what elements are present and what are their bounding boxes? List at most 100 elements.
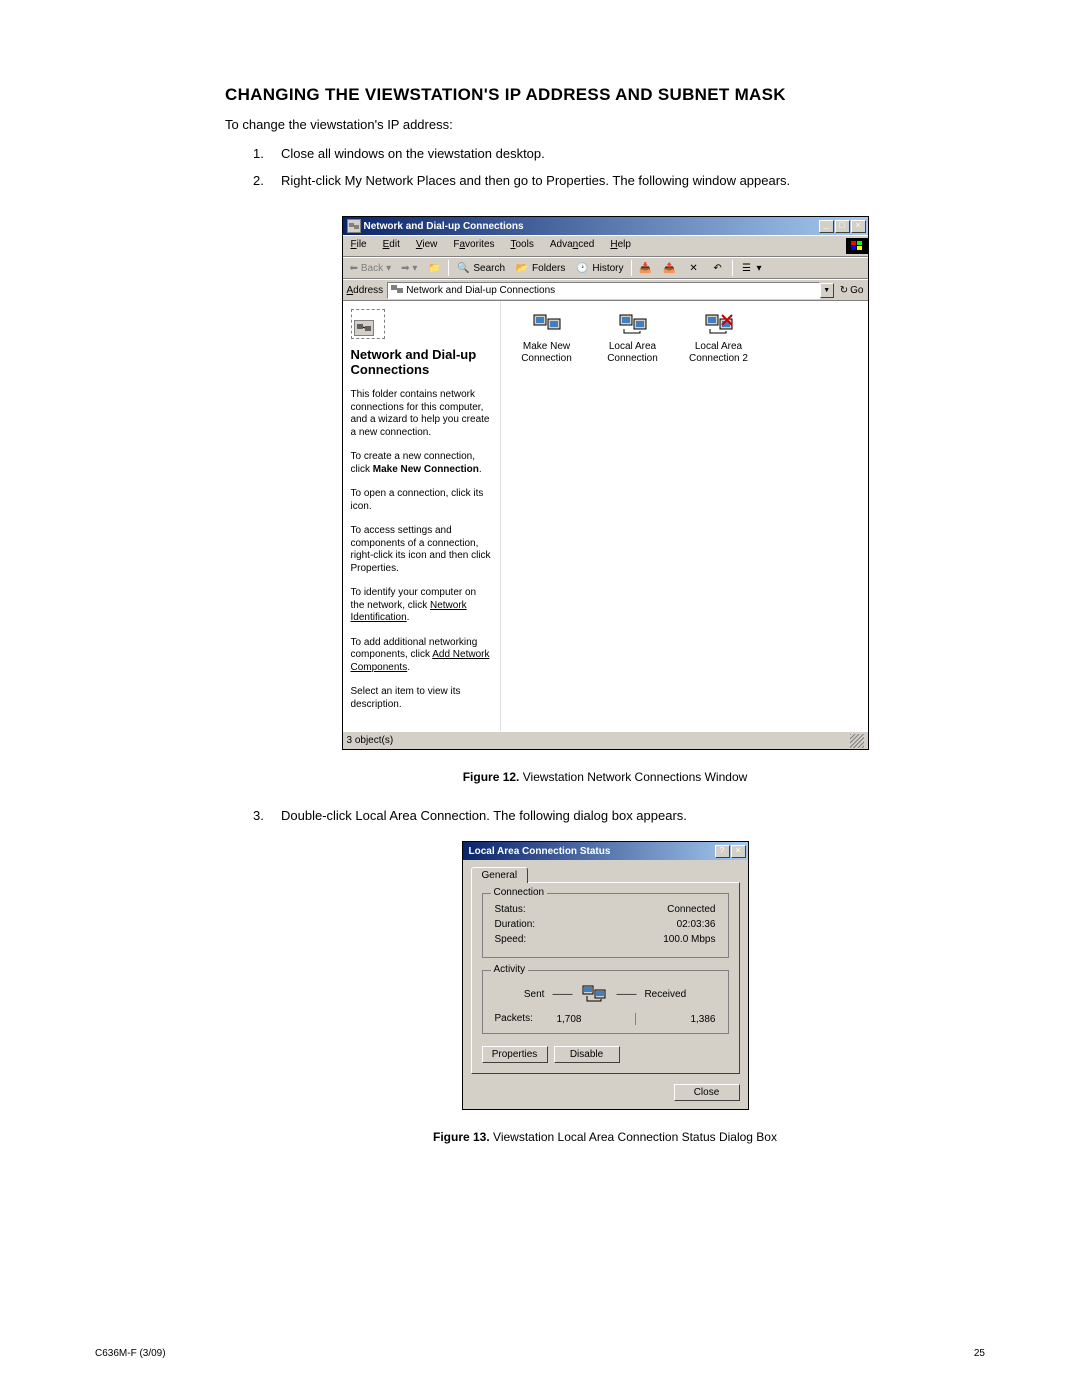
panel-text-5: To identify your computer on the network…: [351, 587, 492, 625]
address-bar-row: Address Network and Dial-up Connections …: [343, 279, 868, 301]
connection-fieldset: Connection Status:Connected Duration:02:…: [482, 893, 729, 958]
footer-doc-id: C636M-F (3/09): [95, 1348, 166, 1359]
footer-page-number: 25: [974, 1348, 985, 1359]
menu-view[interactable]: View: [408, 238, 446, 254]
dialog-titlebar[interactable]: Local Area Connection Status ? ×: [463, 842, 748, 860]
history-button[interactable]: 🕑History: [572, 260, 626, 276]
connection-wizard-icon: [532, 311, 562, 337]
address-label: Address: [347, 285, 384, 296]
page-title: CHANGING THE VIEWSTATION'S IP ADDRESS AN…: [225, 85, 985, 105]
search-icon: 🔍: [456, 261, 470, 275]
menu-file[interactable]: File: [343, 238, 375, 254]
menu-favorites[interactable]: Favorites: [445, 238, 502, 254]
duration-label: Duration:: [495, 919, 536, 930]
address-bar-icon: [391, 283, 403, 298]
step-number: 3.: [253, 808, 281, 823]
step-number: 2.: [253, 173, 281, 188]
help-button[interactable]: ?: [715, 845, 730, 858]
menu-advanced[interactable]: Advanced: [542, 238, 602, 254]
panel-text-3: To open a connection, click its icon.: [351, 488, 492, 513]
packets-received-value: 1,386: [690, 1014, 715, 1025]
speed-label: Speed:: [495, 934, 527, 945]
views-button[interactable]: ☰▾: [737, 260, 765, 276]
activity-icon: [580, 983, 608, 1005]
maximize-button[interactable]: □: [835, 220, 850, 233]
page-footer: C636M-F (3/09) 25: [95, 1348, 985, 1359]
panel-text-4: To access settings and components of a c…: [351, 525, 492, 575]
status-bar: 3 object(s): [343, 731, 868, 749]
close-button[interactable]: ×: [851, 220, 866, 233]
copy-icon: 📤: [663, 261, 677, 275]
panel-heading: Network and Dial-up Connections: [351, 347, 492, 377]
status-label: Status:: [495, 904, 526, 915]
copy-to-button[interactable]: 📤: [660, 260, 680, 276]
step-number: 1.: [253, 146, 281, 161]
folders-icon: 📂: [515, 261, 529, 275]
local-area-connection-2-item[interactable]: Local Area Connection 2: [683, 311, 755, 365]
panel-text-7: Select an item to view its description.: [351, 686, 492, 711]
windows-flag-icon: [846, 238, 868, 254]
toolbar: ⬅ Back ▾ ➡ ▾ 📁 🔍Search 📂Folders 🕑History…: [343, 257, 868, 279]
panel-icon: [351, 309, 385, 339]
undo-icon: ↶: [711, 261, 725, 275]
intro-text: To change the viewstation's IP address:: [225, 117, 985, 132]
close-button[interactable]: Close: [674, 1084, 740, 1101]
move-icon: 📥: [639, 261, 653, 275]
connection-icon: [618, 311, 648, 337]
titlebar[interactable]: Network and Dial-up Connections _ □ ×: [343, 217, 868, 235]
search-button[interactable]: 🔍Search: [453, 260, 508, 276]
delete-icon: ✕: [687, 261, 701, 275]
views-icon: ☰: [740, 261, 754, 275]
disable-button[interactable]: Disable: [554, 1046, 620, 1063]
packets-label: Packets:: [495, 1013, 533, 1025]
history-icon: 🕑: [575, 261, 589, 275]
status-text: 3 object(s): [347, 735, 394, 746]
connection-disabled-icon: [704, 311, 734, 337]
window-title: Network and Dial-up Connections: [364, 221, 819, 232]
panel-text-2: To create a new connection, click Make N…: [351, 451, 492, 476]
activity-fieldset: Activity Sent —— —— Received Packets: 1,…: [482, 970, 729, 1034]
close-x-button[interactable]: ×: [731, 845, 746, 858]
figure-12-caption: Figure 12. Viewstation Network Connectio…: [225, 770, 985, 784]
step-1: Close all windows on the viewstation des…: [281, 146, 985, 161]
dialog-panel: Connection Status: Connected Duration: 02:…: [471, 882, 740, 1074]
make-new-connection-item[interactable]: Make New Connection: [511, 311, 583, 365]
up-button[interactable]: 📁: [424, 260, 444, 276]
network-connections-window: Network and Dial-up Connections _ □ × Fi…: [342, 216, 869, 750]
resize-grip[interactable]: [850, 734, 864, 748]
step-2: Right-click My Network Places and then g…: [281, 173, 985, 188]
panel-text-1: This folder contains network connections…: [351, 389, 492, 439]
sent-label: Sent: [524, 989, 545, 1000]
connection-legend: Connection: [491, 887, 548, 898]
received-label: Received: [644, 989, 686, 1000]
menu-tools[interactable]: Tools: [503, 238, 542, 254]
duration-value: 02:03:36: [677, 919, 716, 930]
local-area-connection-item[interactable]: Local Area Connection: [597, 311, 669, 365]
step-3: Double-click Local Area Connection. The …: [281, 808, 985, 823]
properties-button[interactable]: Properties: [482, 1046, 548, 1063]
window-icon: [347, 219, 361, 233]
go-button[interactable]: ↻ Go: [840, 285, 864, 296]
folder-up-icon: 📁: [427, 261, 441, 275]
packets-sent-value: 1,708: [556, 1014, 581, 1025]
minimize-button[interactable]: _: [819, 220, 834, 233]
status-value: Connected: [667, 904, 715, 915]
address-text: Network and Dial-up Connections: [406, 285, 555, 296]
tab-general[interactable]: General: [471, 867, 529, 883]
undo-button[interactable]: ↶: [708, 260, 728, 276]
step-list-2: 3. Double-click Local Area Connection. T…: [225, 808, 985, 823]
step-list: 1. Close all windows on the viewstation …: [225, 146, 985, 188]
menu-edit[interactable]: Edit: [375, 238, 408, 254]
address-bar[interactable]: Network and Dial-up Connections: [387, 282, 820, 299]
move-to-button[interactable]: 📥: [636, 260, 656, 276]
go-icon: ↻: [840, 285, 848, 296]
back-button[interactable]: ⬅ Back ▾: [347, 262, 395, 275]
figure-13-caption: Figure 13. Viewstation Local Area Connec…: [225, 1130, 985, 1144]
dialog-title: Local Area Connection Status: [469, 846, 715, 857]
delete-button[interactable]: ✕: [684, 260, 704, 276]
address-dropdown[interactable]: ▼: [820, 283, 834, 298]
left-panel: Network and Dial-up Connections This fol…: [343, 301, 501, 731]
folders-button[interactable]: 📂Folders: [512, 260, 568, 276]
menu-help[interactable]: Help: [602, 238, 639, 254]
forward-button[interactable]: ➡ ▾: [398, 262, 420, 275]
